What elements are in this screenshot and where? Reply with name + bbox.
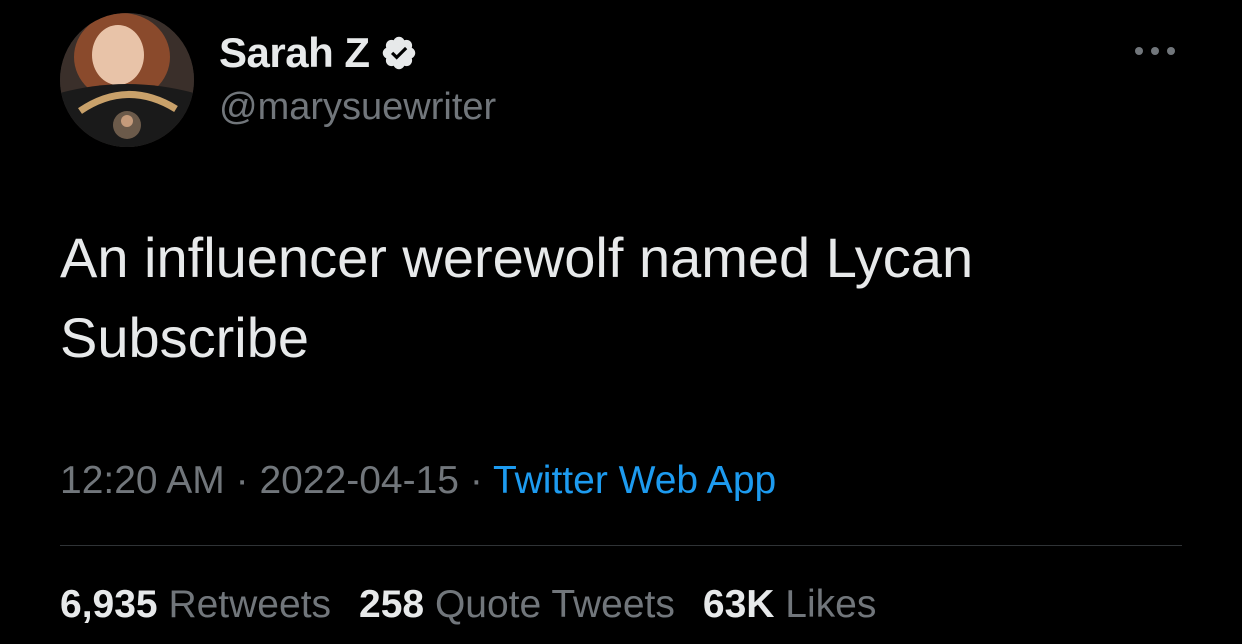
quote-tweets-label: Quote Tweets — [434, 583, 675, 626]
quote-tweets-count: 258 — [359, 583, 425, 626]
avatar-photo — [60, 13, 194, 147]
author-display-name[interactable]: Sarah Z — [219, 30, 370, 76]
quote-tweets-stat[interactable]: 258 Quote Tweets — [359, 580, 675, 630]
retweets-count: 6,935 — [60, 583, 158, 626]
author-handle[interactable]: @marysuewriter — [219, 84, 496, 130]
author-avatar[interactable] — [60, 13, 194, 147]
more-options-icon[interactable] — [1130, 38, 1180, 64]
author-name-row[interactable]: Sarah Z — [219, 30, 418, 76]
tweet-detail: Sarah Z @marysuewriter An influencer wer… — [0, 0, 1242, 644]
tweet-meta: 12:20 AM · 2022-04-15 · Twitter Web App — [60, 456, 776, 506]
retweets-stat[interactable]: 6,935 Retweets — [60, 580, 331, 630]
meta-separator: · — [235, 459, 249, 502]
divider — [60, 545, 1182, 546]
retweets-label: Retweets — [168, 583, 332, 626]
likes-stat[interactable]: 63K Likes — [703, 580, 876, 630]
meta-separator: · — [469, 459, 483, 502]
tweet-date[interactable]: 2022-04-15 — [259, 459, 459, 502]
likes-count: 63K — [702, 583, 775, 626]
tweet-text: An influencer werewolf named Lycan Subsc… — [60, 226, 974, 369]
verified-badge-icon — [382, 36, 415, 70]
tweet-source-link[interactable]: Twitter Web App — [493, 459, 776, 502]
tweet-time[interactable]: 12:20 AM — [60, 459, 225, 502]
tweet-stats: 6,935 Retweets 258 Quote Tweets 63K Like… — [60, 580, 904, 630]
likes-label: Likes — [785, 583, 877, 626]
